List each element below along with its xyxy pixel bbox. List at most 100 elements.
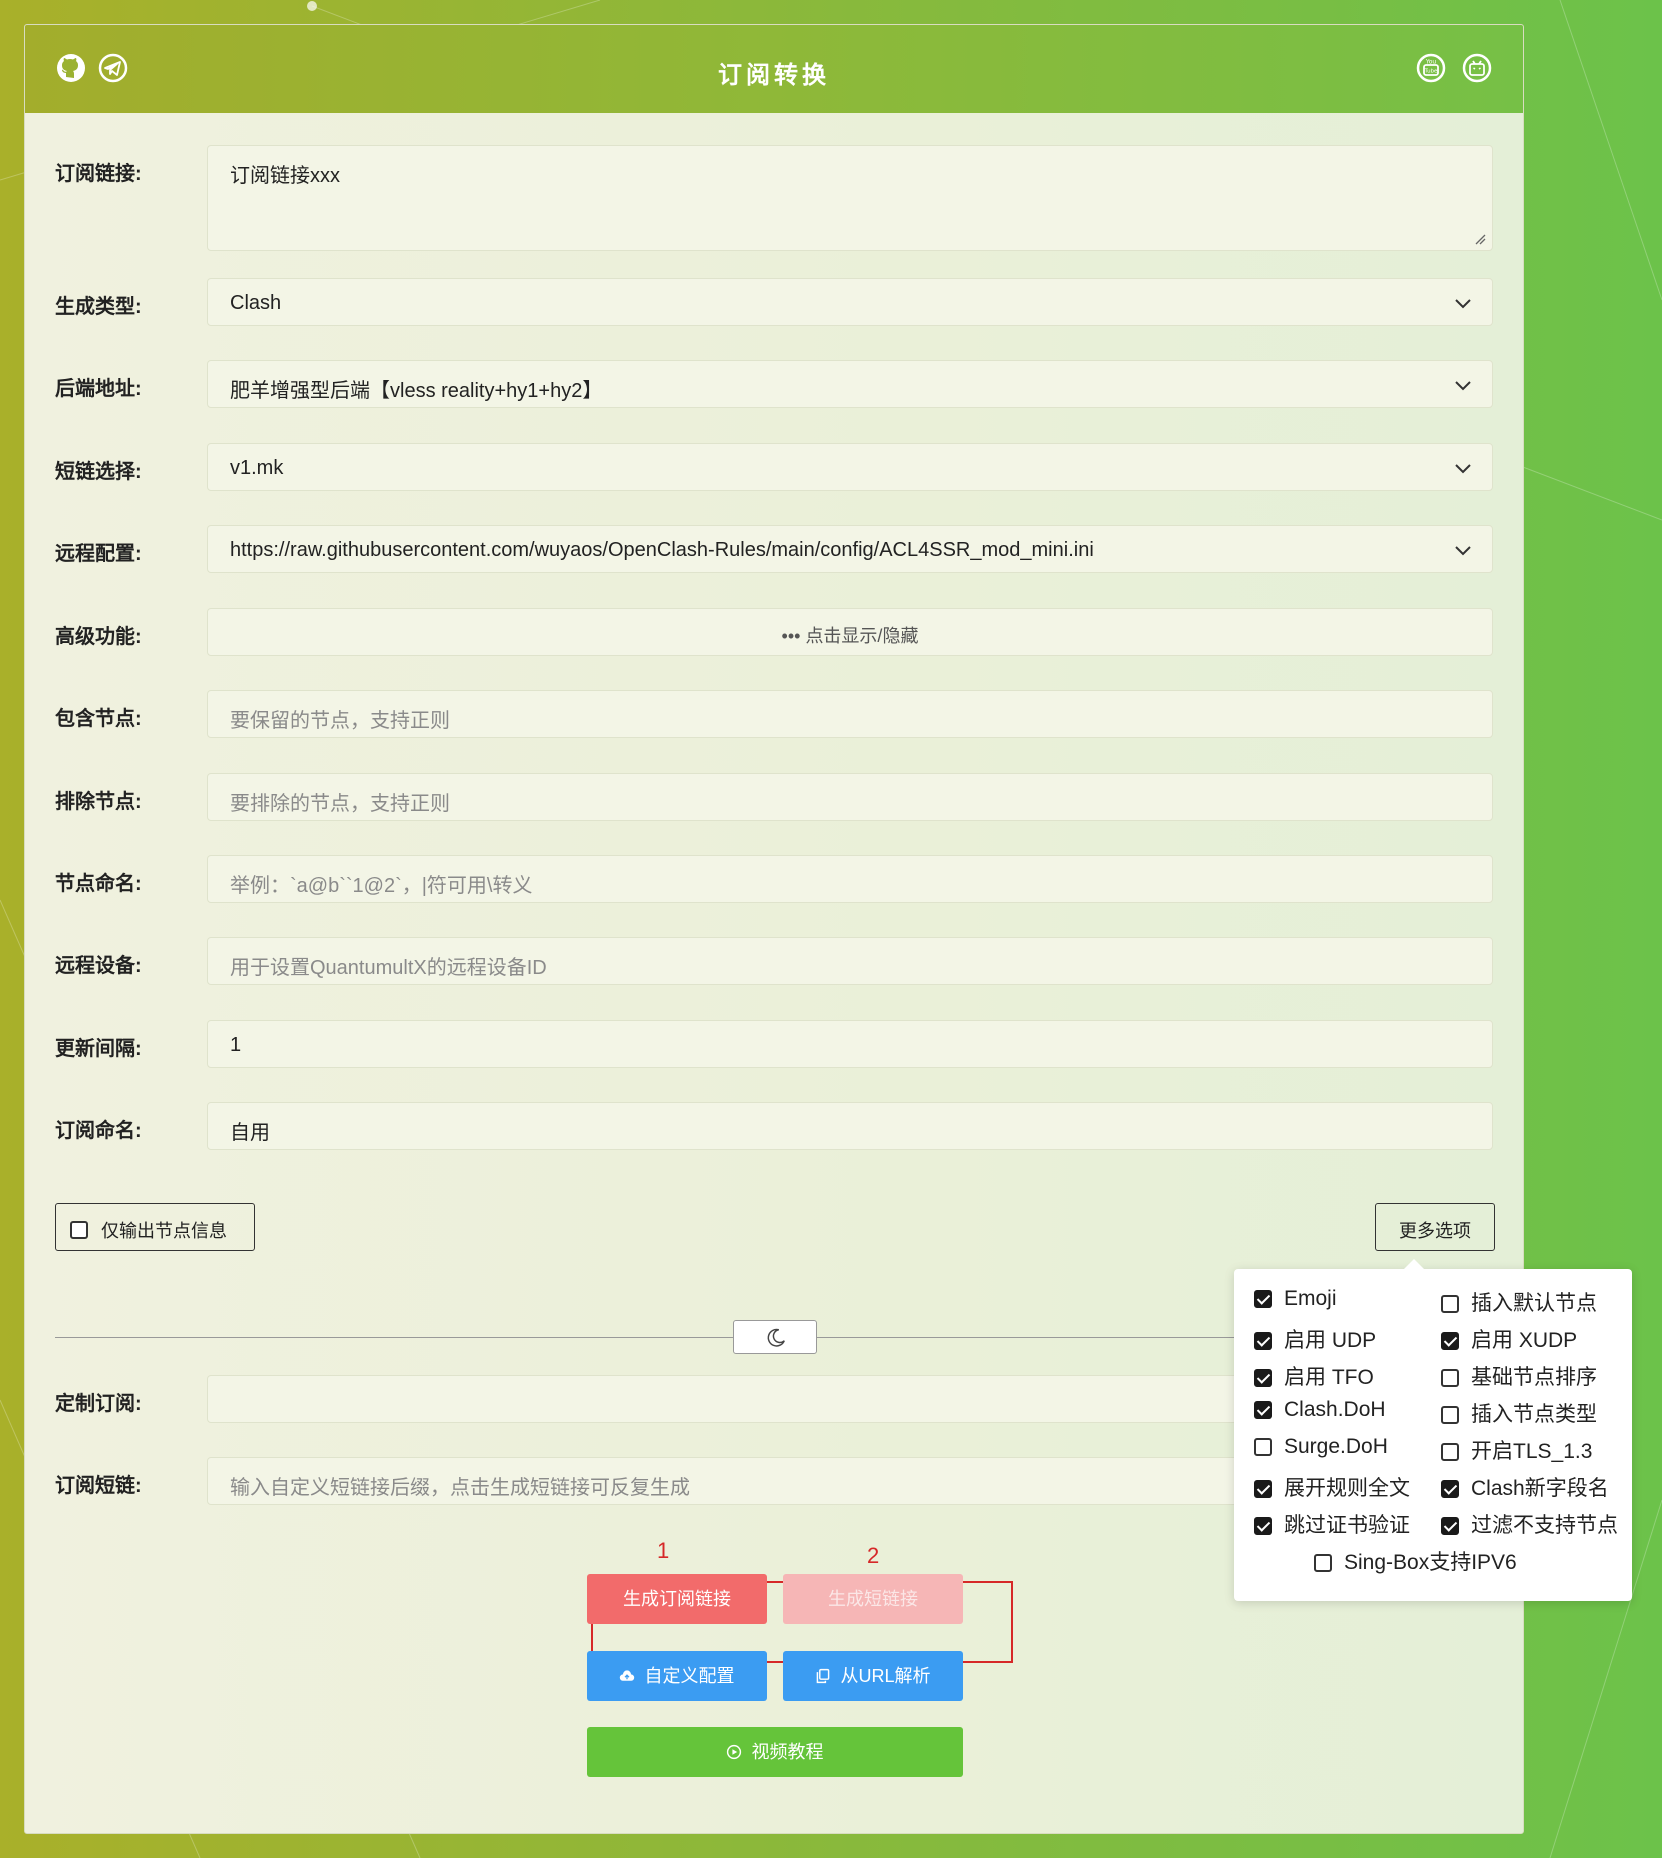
option-surge-doh-checkbox[interactable] <box>1254 1438 1272 1457</box>
row-target: 生成类型: Clash <box>55 278 1493 326</box>
option-emoji[interactable]: Emoji <box>1254 1287 1337 1311</box>
option-singbox-ipv6-checkbox[interactable] <box>1314 1554 1332 1573</box>
custom-config-button[interactable]: 自定义配置 <box>587 1651 767 1701</box>
backend-select[interactable]: 肥羊增强型后端【vless reality+hy1+hy2】 <box>207 360 1493 408</box>
option-emoji-checkbox[interactable] <box>1254 1290 1272 1309</box>
option-udp[interactable]: 启用 UDP <box>1254 1324 1376 1354</box>
option-expand-rules-checkbox[interactable] <box>1254 1480 1272 1499</box>
option-insert-default-node-label: 插入默认节点 <box>1471 1292 1597 1315</box>
more-options-button[interactable]: 更多选项 <box>1375 1203 1495 1251</box>
option-tls13-checkbox[interactable] <box>1441 1443 1459 1462</box>
exclude-label: 排除节点: <box>55 791 142 813</box>
chevron-down-icon <box>1455 381 1471 391</box>
generate-short-label: 生成短链接 <box>828 1589 918 1609</box>
option-udp-label: 启用 UDP <box>1284 1329 1377 1352</box>
nodelist-checkbox[interactable] <box>70 1221 88 1239</box>
option-filter-unsupported-checkbox[interactable] <box>1441 1517 1459 1536</box>
divider <box>55 1337 1255 1338</box>
parse-url-button[interactable]: 从URL解析 <box>783 1651 963 1701</box>
row-include: 包含节点: 要保留的节点，支持正则 <box>55 690 1493 738</box>
option-skip-cert-label: 跳过证书验证 <box>1284 1514 1410 1537</box>
row-shortlink-select: 短链选择: v1.mk <box>55 443 1493 491</box>
remote-config-value: https://raw.githubusercontent.com/wuyaos… <box>230 539 1094 561</box>
option-expand-rules[interactable]: 展开规则全文 <box>1254 1472 1410 1502</box>
rename-label: 节点命名: <box>55 873 142 895</box>
moon-icon <box>767 1328 785 1347</box>
exclude-placeholder: 要排除的节点，支持正则 <box>230 793 450 815</box>
option-insert-node-type-checkbox[interactable] <box>1441 1406 1459 1425</box>
include-placeholder: 要保留的节点，支持正则 <box>230 710 450 732</box>
row-remote-config: 远程配置: https://raw.githubusercontent.com/… <box>55 525 1493 573</box>
nodelist-checkbox-button[interactable]: 仅输出节点信息 <box>55 1203 255 1251</box>
play-circle-icon <box>727 1744 742 1760</box>
nodelist-label: 仅输出节点信息 <box>101 1221 228 1241</box>
option-sort-nodes-checkbox[interactable] <box>1441 1369 1459 1388</box>
short-sub-label: 订阅短链: <box>55 1475 142 1497</box>
option-udp-checkbox[interactable] <box>1254 1332 1272 1351</box>
option-singbox-ipv6[interactable]: Sing-Box支持IPV6 <box>1314 1546 1517 1576</box>
sub-url-label: 订阅链接: <box>55 163 142 185</box>
option-insert-default-node[interactable]: 插入默认节点 <box>1441 1287 1597 1317</box>
option-tfo[interactable]: 启用 TFO <box>1254 1361 1374 1391</box>
filename-label: 订阅命名: <box>55 1120 142 1142</box>
generate-sub-button[interactable]: 生成订阅链接 <box>587 1574 767 1624</box>
option-clash-doh[interactable]: Clash.DoH <box>1254 1398 1386 1422</box>
row-exclude: 排除节点: 要排除的节点，支持正则 <box>55 773 1493 821</box>
option-tfo-checkbox[interactable] <box>1254 1369 1272 1388</box>
option-skip-cert[interactable]: 跳过证书验证 <box>1254 1509 1410 1539</box>
option-surge-doh[interactable]: Surge.DoH <box>1254 1435 1388 1459</box>
short-sub-placeholder: 输入自定义短链接后缀，点击生成短链接可反复生成 <box>230 1477 690 1499</box>
sub-url-textarea[interactable]: 订阅链接xxx <box>207 145 1493 251</box>
theme-toggle-button[interactable] <box>733 1320 817 1354</box>
bilibili-icon[interactable] <box>1461 52 1493 84</box>
interval-value: 1 <box>230 1034 242 1056</box>
target-select[interactable]: Clash <box>207 278 1493 326</box>
row-advanced: 高级功能: ••• 点击显示/隐藏 <box>55 608 1493 656</box>
interval-input[interactable]: 1 <box>207 1020 1493 1068</box>
svg-text:You: You <box>1425 59 1437 66</box>
row-filename: 订阅命名: 自用 <box>55 1102 1493 1150</box>
resize-handle-icon[interactable] <box>1474 233 1486 245</box>
more-options-label: 更多选项 <box>1399 1221 1471 1241</box>
more-options-popover: Emoji 插入默认节点 启用 UDP 启用 XUDP 启用 TFO 基础节点排… <box>1234 1259 1632 1601</box>
option-tls13[interactable]: 开启TLS_1.3 <box>1441 1435 1592 1465</box>
option-clash-new-field[interactable]: Clash新字段名 <box>1441 1472 1609 1502</box>
advanced-toggle-button[interactable]: ••• 点击显示/隐藏 <box>207 608 1493 656</box>
option-sort-nodes-label: 基础节点排序 <box>1471 1366 1597 1389</box>
annotation-number-2: 2 <box>867 1543 880 1568</box>
shortlink-select-value: v1.mk <box>230 457 284 479</box>
target-value: Clash <box>230 292 282 314</box>
option-clash-new-field-label: Clash新字段名 <box>1471 1477 1609 1500</box>
rename-placeholder: 举例：`a@b``1@2`，|符可用\转义 <box>230 875 533 897</box>
option-insert-node-type-label: 插入节点类型 <box>1471 1403 1597 1426</box>
remote-config-select[interactable]: https://raw.githubusercontent.com/wuyaos… <box>207 525 1493 573</box>
card-header: 订阅转换 You Tube <box>25 25 1523 113</box>
filename-input[interactable]: 自用 <box>207 1102 1493 1150</box>
device-input[interactable]: 用于设置QuantumultX的远程设备ID <box>207 937 1493 985</box>
generate-short-button[interactable]: 生成短链接 <box>783 1574 963 1624</box>
option-xudp[interactable]: 启用 XUDP <box>1441 1324 1577 1354</box>
option-filter-unsupported[interactable]: 过滤不支持节点 <box>1441 1509 1618 1539</box>
interval-label: 更新间隔: <box>55 1038 142 1060</box>
option-insert-default-node-checkbox[interactable] <box>1441 1295 1459 1314</box>
shortlink-select[interactable]: v1.mk <box>207 443 1493 491</box>
video-tutorial-button[interactable]: 视频教程 <box>587 1727 963 1777</box>
option-tfo-label: 启用 TFO <box>1284 1366 1374 1389</box>
parse-url-label: 从URL解析 <box>840 1666 931 1686</box>
row-interval: 更新间隔: 1 <box>55 1020 1493 1068</box>
option-skip-cert-checkbox[interactable] <box>1254 1517 1272 1536</box>
backend-label: 后端地址: <box>55 378 142 400</box>
row-device: 远程设备: 用于设置QuantumultX的远程设备ID <box>55 937 1493 985</box>
option-clash-new-field-checkbox[interactable] <box>1441 1480 1459 1499</box>
option-xudp-checkbox[interactable] <box>1441 1332 1459 1351</box>
rename-input[interactable]: 举例：`a@b``1@2`，|符可用\转义 <box>207 855 1493 903</box>
option-insert-node-type[interactable]: 插入节点类型 <box>1441 1398 1597 1428</box>
youtube-icon[interactable]: You Tube <box>1415 52 1447 84</box>
include-input[interactable]: 要保留的节点，支持正则 <box>207 690 1493 738</box>
option-filter-unsupported-label: 过滤不支持节点 <box>1471 1514 1618 1537</box>
filename-value: 自用 <box>230 1122 270 1144</box>
option-sort-nodes[interactable]: 基础节点排序 <box>1441 1361 1597 1391</box>
option-clash-doh-checkbox[interactable] <box>1254 1401 1272 1420</box>
target-label: 生成类型: <box>55 296 142 318</box>
exclude-input[interactable]: 要排除的节点，支持正则 <box>207 773 1493 821</box>
